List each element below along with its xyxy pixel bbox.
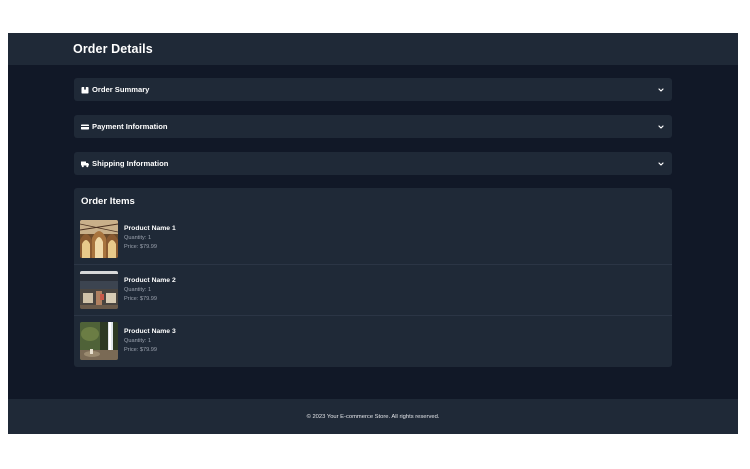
product-price: Price: $79.99 <box>124 295 157 302</box>
order-item: Product Name 2 Quantity: 1 Price: $79.99 <box>74 264 672 315</box>
shipping-information-toggle[interactable]: Shipping Information <box>74 152 672 175</box>
product-quantity: Quantity: 1 <box>124 337 152 344</box>
order-summary-label: Order Summary <box>92 85 150 94</box>
chevron-down-icon <box>657 123 665 131</box>
order-items-title: Order Items <box>81 196 135 207</box>
payment-information-label: Payment Information <box>92 122 168 131</box>
product-image <box>80 322 118 360</box>
product-name: Product Name 3 <box>124 327 176 335</box>
credit-card-icon <box>81 123 89 131</box>
product-image <box>80 219 118 258</box>
page-title: Order Details <box>73 42 153 56</box>
app-container: Order Details Order Summary Payment Info… <box>8 33 738 434</box>
product-image <box>80 271 118 309</box>
shipping-information-label: Shipping Information <box>92 159 169 168</box>
product-quantity: Quantity: 1 <box>124 235 152 241</box>
order-item: Product Name 1 Quantity: 1 Price: $79.99 <box>74 213 672 264</box>
chevron-down-icon <box>657 160 665 168</box>
chevron-down-icon <box>657 86 665 94</box>
order-item: Product Name 3 Quantity: 1 Price: $79.99 <box>74 315 672 366</box>
product-price: Price: $79.99 <box>124 244 157 250</box>
order-items-card: Order Items Product Name 1 Quantity: 1 P… <box>74 188 672 367</box>
payment-information-toggle[interactable]: Payment Information <box>74 115 672 138</box>
product-name: Product Name 1 <box>124 225 176 232</box>
order-details-main: Order Summary Payment Information Shippi… <box>74 78 672 367</box>
truck-icon <box>81 160 89 168</box>
copyright-text: © 2023 Your E-commerce Store. All rights… <box>306 413 440 420</box>
product-price: Price: $79.99 <box>124 346 157 353</box>
page-header: Order Details <box>8 33 738 65</box>
product-name: Product Name 2 <box>124 276 176 284</box>
box-icon <box>81 86 89 94</box>
product-quantity: Quantity: 1 <box>124 286 152 293</box>
order-summary-toggle[interactable]: Order Summary <box>74 78 672 101</box>
page-footer: © 2023 Your E-commerce Store. All rights… <box>8 399 738 434</box>
